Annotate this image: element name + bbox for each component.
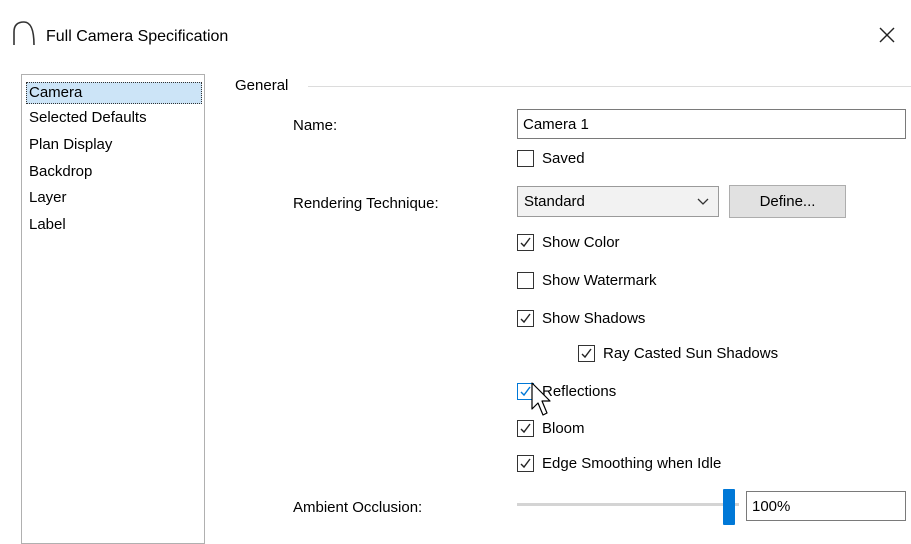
rendering-technique-label: Rendering Technique:: [293, 195, 439, 212]
nav-item-selected-defaults[interactable]: Selected Defaults: [27, 107, 149, 129]
show-color-label: Show Color: [542, 234, 620, 251]
close-icon[interactable]: [876, 24, 898, 46]
saved-label: Saved: [542, 150, 585, 167]
show-shadows-label: Show Shadows: [542, 310, 646, 327]
name-label: Name:: [293, 117, 338, 134]
reflections-checkbox[interactable]: Reflections: [517, 381, 717, 403]
checkbox-box[interactable]: [517, 455, 534, 472]
edge-smoothing-checkbox[interactable]: Edge Smoothing when Idle: [517, 453, 777, 475]
group-divider: [308, 86, 911, 87]
show-watermark-checkbox[interactable]: Show Watermark: [517, 270, 717, 292]
app-logo-icon: [13, 21, 35, 46]
checkmark-icon: [520, 458, 531, 469]
nav-item-backdrop[interactable]: Backdrop: [27, 161, 94, 183]
rendering-technique-value: Standard: [524, 193, 585, 210]
name-input[interactable]: [517, 109, 906, 139]
checkmark-icon: [520, 386, 531, 397]
checkmark-icon: [520, 313, 531, 324]
reflections-label: Reflections: [542, 383, 617, 400]
checkbox-box[interactable]: [578, 345, 595, 362]
ambient-occlusion-slider-track[interactable]: [517, 503, 739, 506]
window-edge: [0, 66, 3, 531]
ambient-occlusion-label: Ambient Occlusion:: [293, 499, 423, 516]
checkbox-box[interactable]: [517, 150, 534, 167]
edge-smoothing-label: Edge Smoothing when Idle: [542, 455, 722, 472]
ray-casted-sun-shadows-label: Ray Casted Sun Shadows: [603, 345, 779, 362]
checkbox-box[interactable]: [517, 272, 534, 289]
nav-item-camera[interactable]: Camera: [26, 82, 202, 104]
nav-item-plan-display[interactable]: Plan Display: [27, 134, 114, 156]
nav-item-layer[interactable]: Layer: [27, 187, 69, 209]
define-button[interactable]: Define...: [729, 185, 846, 218]
chevron-down-icon: [697, 198, 709, 205]
window-title: Full Camera Specification: [46, 28, 229, 45]
checkmark-icon: [520, 237, 531, 248]
show-color-checkbox[interactable]: Show Color: [517, 232, 717, 254]
ambient-occlusion-input[interactable]: [746, 491, 906, 521]
ray-casted-sun-shadows-checkbox[interactable]: Ray Casted Sun Shadows: [578, 343, 818, 365]
nav-item-label[interactable]: Label: [27, 214, 68, 236]
show-shadows-checkbox[interactable]: Show Shadows: [517, 308, 717, 330]
rendering-technique-select[interactable]: Standard: [517, 186, 719, 217]
saved-checkbox[interactable]: Saved: [517, 148, 627, 170]
ambient-occlusion-slider-thumb[interactable]: [723, 489, 735, 525]
checkbox-box[interactable]: [517, 310, 534, 327]
checkbox-box[interactable]: [517, 420, 534, 437]
category-list[interactable]: Camera Selected Defaults Plan Display Ba…: [21, 74, 205, 544]
bloom-checkbox[interactable]: Bloom: [517, 418, 717, 440]
checkmark-icon: [520, 423, 531, 434]
show-watermark-label: Show Watermark: [542, 272, 657, 289]
title-bar: Full Camera Specification: [0, 0, 911, 66]
general-group-label: General: [235, 77, 289, 94]
checkbox-box[interactable]: [517, 234, 534, 251]
checkmark-icon: [581, 348, 592, 359]
bloom-label: Bloom: [542, 420, 585, 437]
checkbox-box[interactable]: [517, 383, 534, 400]
